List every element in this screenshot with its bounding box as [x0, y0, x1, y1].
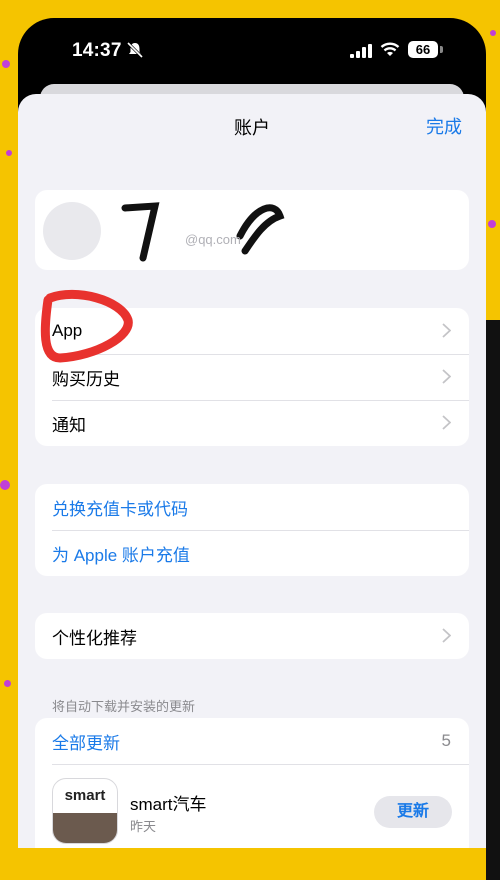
- update-button[interactable]: 更新: [374, 796, 452, 828]
- menu-item-notifications[interactable]: 通知: [35, 400, 469, 446]
- redeem-menu: 兑换充值卡或代码 为 Apple 账户充值: [35, 484, 469, 576]
- done-button[interactable]: 完成: [426, 113, 462, 139]
- red-annotation-circle: [40, 290, 133, 363]
- app-update-row[interactable]: smart smart汽车 昨天 更新: [35, 764, 469, 848]
- personalized-menu: 个性化推荐: [35, 613, 469, 659]
- app-update-date: 昨天: [130, 819, 157, 834]
- add-funds-link[interactable]: 为 Apple 账户充值: [35, 530, 469, 576]
- menu-item-label: 个性化推荐: [52, 628, 137, 648]
- confetti-dot: [488, 220, 496, 228]
- battery-indicator: 66: [408, 41, 438, 58]
- update-all-row: 全部更新 5: [35, 718, 469, 764]
- wifi-icon: [380, 42, 400, 56]
- chevron-right-icon: [442, 369, 451, 384]
- account-email: @qq.com: [185, 232, 241, 247]
- page-title: 账户: [234, 118, 270, 138]
- bell-muted-icon: [126, 41, 144, 59]
- redaction-scribble: [121, 202, 285, 262]
- app-icon-artwork: [53, 813, 117, 843]
- menu-item-personalized-recommendations[interactable]: 个性化推荐: [35, 613, 469, 659]
- avatar: [43, 202, 101, 260]
- menu-item-label: 购买历史: [52, 369, 120, 389]
- background-shape: [486, 320, 500, 880]
- status-time: 14:37: [72, 40, 122, 61]
- account-sheet: 账户 完成 @qq.com App 购买历史 通知 兑换充值卡或代码 为 App…: [18, 94, 486, 848]
- smart-app-icon: smart: [52, 778, 118, 844]
- confetti-dot: [4, 680, 11, 687]
- redeem-gift-card-link[interactable]: 兑换充值卡或代码: [35, 484, 469, 530]
- status-bar: 14:37 66: [18, 18, 486, 82]
- chevron-right-icon: [442, 415, 451, 430]
- confetti-dot: [2, 60, 10, 68]
- chevron-right-icon: [442, 323, 451, 338]
- chevron-right-icon: [442, 628, 451, 643]
- battery-tip: [440, 46, 443, 53]
- confetti-dot: [490, 30, 496, 36]
- cellular-signal-icon: [350, 44, 372, 58]
- profile-card[interactable]: @qq.com: [35, 190, 469, 270]
- confetti-dot: [0, 480, 10, 490]
- menu-item-label: 通知: [52, 415, 86, 435]
- updates-card: 全部更新 5 smart smart汽车 昨天 更新: [35, 718, 469, 848]
- updates-section-header: 将自动下载并安装的更新: [52, 699, 196, 714]
- update-all-button[interactable]: 全部更新: [52, 729, 120, 754]
- app-icon-wordmark: smart: [64, 787, 106, 804]
- phone-screen: 14:37 66 账户 完成 @qq.com App 购买历史 通知 兑换充值卡…: [18, 18, 486, 848]
- app-name: smart汽车: [130, 795, 207, 814]
- update-count: 5: [441, 731, 451, 750]
- confetti-dot: [6, 150, 12, 156]
